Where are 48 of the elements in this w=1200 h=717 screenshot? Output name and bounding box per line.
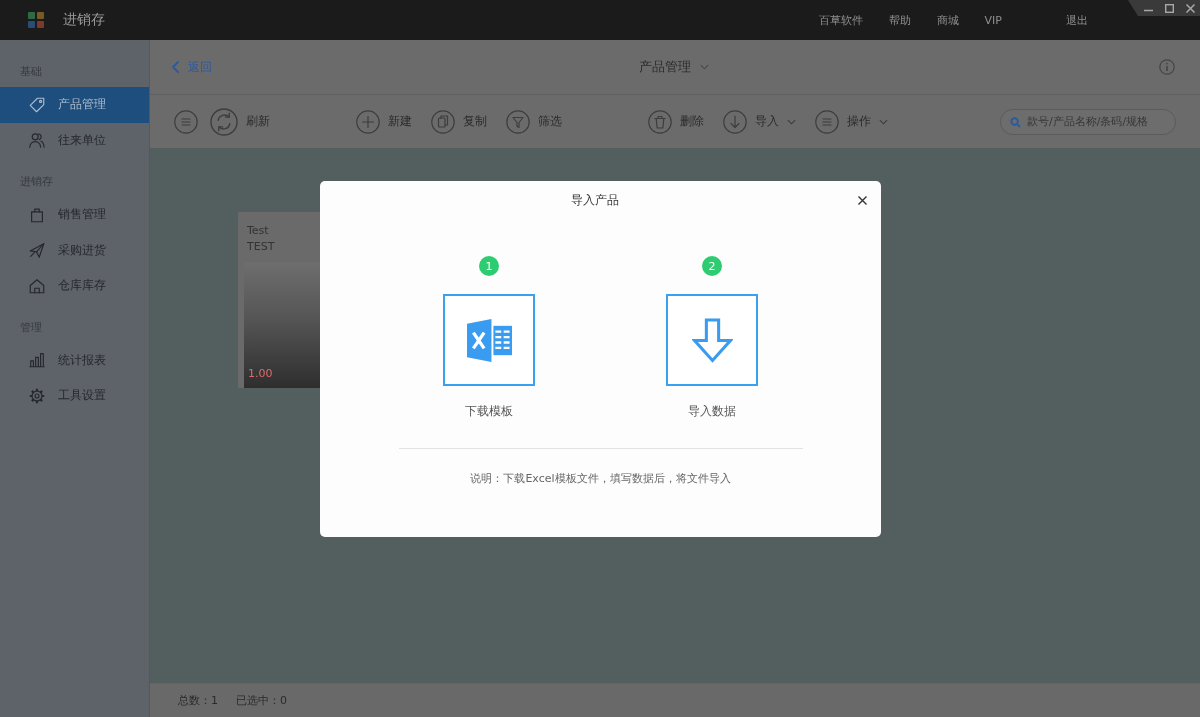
logo-icon: [28, 12, 44, 28]
copy-button[interactable]: 复制: [431, 109, 487, 134]
trash-icon: [648, 109, 672, 134]
page-title[interactable]: 产品管理: [639, 58, 709, 76]
spreadsheet-icon: [465, 317, 513, 363]
maximize-icon[interactable]: [1165, 3, 1174, 13]
refresh-icon: [210, 107, 238, 136]
instruction-text: 说明：下载Excel模板文件，填写数据后，将文件导入: [470, 471, 731, 487]
top-menu-link[interactable]: 商城: [924, 12, 971, 28]
sidebar-item[interactable]: 统计报表: [0, 342, 149, 378]
plane-icon: [28, 241, 46, 260]
actions-button[interactable]: 操作: [815, 109, 888, 134]
step-label: 导入数据: [688, 403, 736, 419]
people-icon: [28, 131, 46, 150]
refresh-button[interactable]: 刷新: [210, 107, 270, 136]
copy-icon: [431, 109, 455, 134]
step-label: 下载模板: [465, 403, 513, 419]
data-import-button[interactable]: [666, 294, 758, 386]
total-count: 总数：1: [178, 693, 218, 708]
top-menu-link[interactable]: 百草软件: [806, 12, 875, 28]
template-download-button[interactable]: [443, 294, 535, 386]
filter-icon: [506, 109, 530, 134]
house-icon: [28, 276, 46, 295]
step-number-badge: 1: [479, 256, 499, 276]
tag-icon: [28, 95, 46, 114]
down-arrow-icon: [691, 317, 733, 363]
bar-chart-icon: [28, 351, 46, 370]
plus-icon: [356, 109, 380, 134]
gear-icon: [28, 386, 46, 405]
chevron-left-icon: [172, 61, 179, 73]
import-button[interactable]: 导入: [723, 109, 796, 134]
close-button[interactable]: [856, 193, 869, 207]
close-icon[interactable]: [1186, 3, 1195, 13]
search-icon: [1010, 116, 1021, 128]
app-name: 进销存: [63, 11, 105, 29]
caret-icon: [700, 64, 709, 70]
product-price: 1.00: [248, 367, 273, 380]
list-icon: [815, 109, 839, 134]
delete-button[interactable]: 删除: [648, 109, 704, 134]
filter-button[interactable]: 筛选: [506, 109, 562, 134]
new-button[interactable]: 新建: [356, 109, 412, 134]
top-menu-link[interactable]: 帮助: [876, 12, 923, 28]
top-menu-link[interactable]: VIP: [972, 13, 1014, 27]
close-icon: [858, 195, 867, 205]
top-menu-link[interactable]: 退出: [1054, 12, 1100, 28]
dialog-title: 导入产品: [570, 191, 619, 209]
step-number-badge: 2: [702, 256, 722, 276]
sidebar-item[interactable]: 产品管理: [0, 87, 149, 123]
